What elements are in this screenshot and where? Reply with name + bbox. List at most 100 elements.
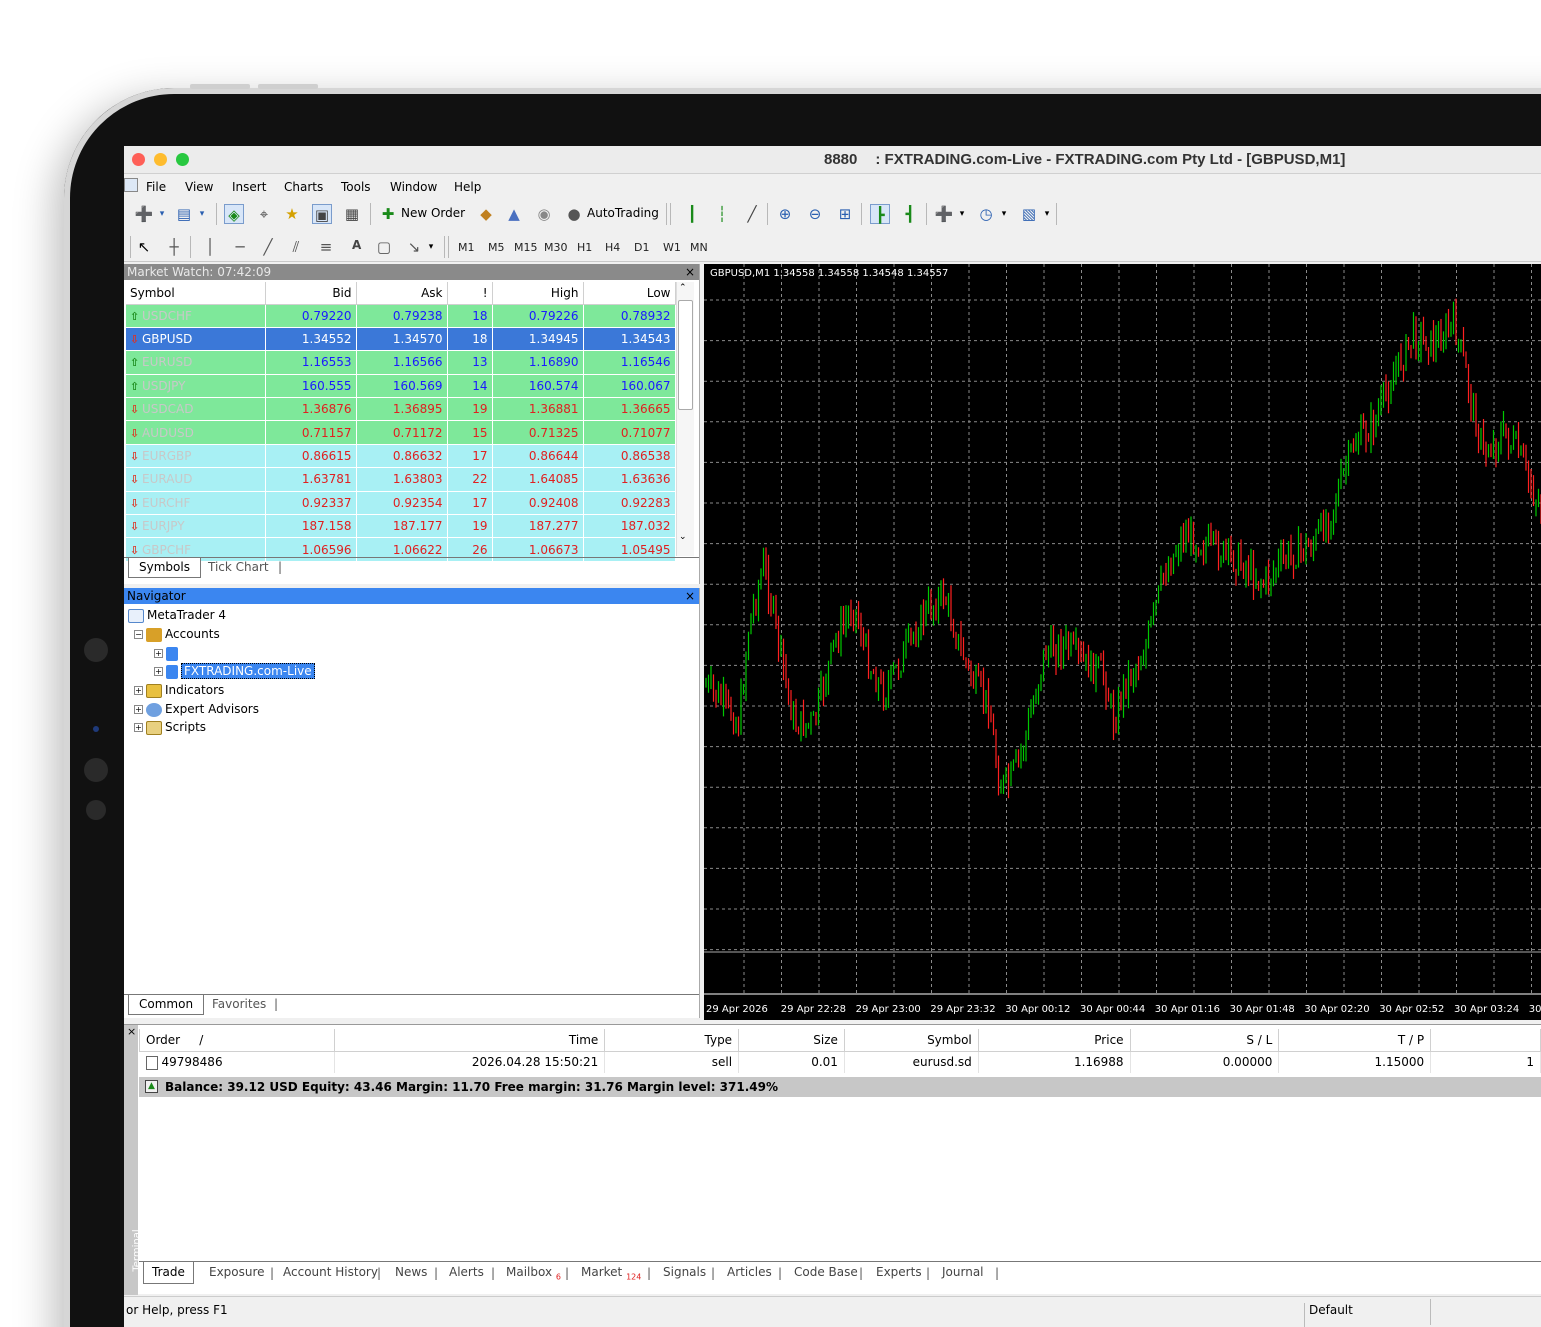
column-header-spread[interactable]: !: [447, 282, 493, 305]
new-order-button[interactable]: New Order: [401, 206, 465, 220]
timeframe-d1[interactable]: D1: [634, 241, 649, 254]
autotrading-button[interactable]: AutoTrading: [587, 206, 659, 220]
signals-icon[interactable]: ▲: [504, 204, 524, 224]
dropdown-icon[interactable]: ▾: [421, 237, 441, 257]
chart-canvas[interactable]: 29 Apr 2026 29 Apr 22:28 29 Apr 23:00 29 Ap…: [704, 264, 1541, 1020]
profiles-icon[interactable]: ▤: [174, 204, 194, 224]
tab-journal[interactable]: Journal: [934, 1262, 992, 1284]
timeframe-m1[interactable]: M1: [458, 241, 475, 254]
balance-row[interactable]: ▲ Balance: 39.12 USD Equity: 43.46 Margi…: [139, 1077, 1541, 1097]
tab-favorites[interactable]: Favorites: [202, 995, 276, 1015]
zoom-out-icon[interactable]: ⊖: [805, 204, 825, 224]
nav-indicators[interactable]: + Indicators: [134, 683, 224, 698]
timeframe-m30[interactable]: M30: [544, 241, 568, 254]
timeframe-m5[interactable]: M5: [488, 241, 505, 254]
tile-windows-icon[interactable]: ⊞: [835, 204, 855, 224]
app-icon[interactable]: [124, 178, 138, 192]
timeframe-m15[interactable]: M15: [514, 241, 538, 254]
timeframe-mn[interactable]: MN: [690, 241, 708, 254]
vertical-line-icon[interactable]: │: [200, 237, 220, 257]
chart-shift-icon[interactable]: ┫: [900, 204, 920, 224]
column-header-high[interactable]: High: [492, 282, 584, 305]
nav-account-live[interactable]: + FXTRADING.com-Live: [154, 663, 315, 679]
tab-alerts[interactable]: Alerts: [441, 1262, 492, 1284]
templates-icon[interactable]: ▧: [1019, 204, 1039, 224]
column-header-tp[interactable]: T / P: [1278, 1029, 1432, 1052]
column-header-order[interactable]: Order /: [139, 1029, 335, 1052]
cursor-icon[interactable]: ↖: [134, 237, 154, 257]
market-watch-scrollbar[interactable]: ⌃ ⌄: [676, 282, 694, 556]
column-header-symbol[interactable]: Symbol: [843, 1029, 979, 1052]
timeframe-w1[interactable]: W1: [663, 241, 681, 254]
nav-root[interactable]: MetaTrader 4: [128, 608, 226, 623]
nav-scripts[interactable]: + Scripts: [134, 720, 206, 735]
nav-accounts[interactable]: − Accounts: [134, 627, 220, 642]
periods-icon[interactable]: ◷: [976, 204, 996, 224]
close-icon[interactable]: ×: [127, 1025, 136, 1038]
data-window-icon[interactable]: ⌖: [254, 204, 274, 224]
strategy-tester-icon[interactable]: ▦: [342, 204, 362, 224]
metaeditor-icon[interactable]: ◆: [476, 204, 496, 224]
candlestick-chart-icon[interactable]: ┆: [712, 204, 732, 224]
new-order-icon[interactable]: ✚: [378, 204, 398, 224]
tab-experts[interactable]: Experts: [868, 1262, 930, 1284]
dropdown-icon[interactable]: ▾: [994, 204, 1014, 224]
column-header-type[interactable]: Type: [604, 1029, 740, 1052]
trendline-icon[interactable]: ╱: [258, 237, 278, 257]
tab-market[interactable]: Market 124: [573, 1262, 649, 1284]
column-header-time[interactable]: Time: [333, 1029, 606, 1052]
text-tool-button[interactable]: A: [352, 238, 361, 252]
nav-expert-advisors[interactable]: + Expert Advisors: [134, 702, 259, 717]
dropdown-icon[interactable]: ▾: [192, 204, 212, 224]
expand-icon[interactable]: +: [134, 723, 143, 732]
new-chart-icon[interactable]: ➕: [134, 204, 154, 224]
tab-trade[interactable]: Trade: [143, 1262, 194, 1284]
table-row[interactable]: ⇧ EURUSD 1.16553 1.16566 13 1.16890 1.16546: [126, 350, 676, 375]
bar-chart-icon[interactable]: ┃: [682, 204, 702, 224]
auto-scroll-icon[interactable]: ┣: [870, 204, 890, 224]
tab-signals[interactable]: Signals: [655, 1262, 714, 1284]
menu-tools[interactable]: Tools: [341, 180, 371, 194]
column-header-bid[interactable]: Bid: [265, 282, 357, 305]
dropdown-icon[interactable]: ▾: [952, 204, 972, 224]
price-chart[interactable]: 29 Apr 2026 29 Apr 22:28 29 Apr 23:00 29 Ap…: [704, 264, 1541, 1020]
zoom-in-icon[interactable]: ⊕: [775, 204, 795, 224]
collapse-icon[interactable]: −: [134, 630, 143, 639]
tab-account-history[interactable]: Account History: [275, 1262, 386, 1284]
table-row[interactable]: ⇧ USDCHF 0.79220 0.79238 18 0.79226 0.78932: [126, 304, 676, 328]
horizontal-line-icon[interactable]: ─: [230, 237, 250, 257]
column-header-sl[interactable]: S / L: [1129, 1029, 1280, 1052]
tab-common[interactable]: Common: [128, 995, 205, 1015]
equidistant-channel-icon[interactable]: ⫽: [286, 237, 306, 257]
close-icon[interactable]: ×: [685, 588, 695, 604]
zoom-window-button[interactable]: [176, 153, 189, 166]
column-header-extra[interactable]: [1430, 1029, 1541, 1052]
tab-exposure[interactable]: Exposure: [201, 1262, 273, 1284]
timeframe-h1[interactable]: H1: [577, 241, 592, 254]
menu-help[interactable]: Help: [454, 180, 481, 194]
scroll-down-icon[interactable]: ⌄: [679, 532, 687, 542]
terminal-icon[interactable]: ▣: [312, 204, 332, 224]
text-label-icon[interactable]: ▢: [374, 237, 394, 257]
tab-tick-chart[interactable]: Tick Chart: [198, 558, 279, 578]
table-row[interactable]: ⇩ EURGBP 0.86615 0.86632 17 0.86644 0.86538: [126, 444, 676, 469]
line-chart-icon[interactable]: ╱: [742, 204, 762, 224]
expand-icon[interactable]: +: [134, 705, 143, 714]
table-row[interactable]: ⇩ EURAUD 1.63781 1.63803 22 1.64085 1.63636: [126, 467, 676, 492]
menu-charts[interactable]: Charts: [284, 180, 323, 194]
column-header-symbol[interactable]: Symbol: [126, 282, 266, 305]
tab-articles[interactable]: Articles: [719, 1262, 780, 1284]
vps-icon[interactable]: ◉: [534, 204, 554, 224]
tab-news[interactable]: News: [387, 1262, 435, 1284]
crosshair-icon[interactable]: ┼: [164, 237, 184, 257]
indicators-icon[interactable]: ➕: [934, 204, 954, 224]
nav-account-demo[interactable]: +: [154, 646, 181, 661]
expand-icon[interactable]: +: [134, 686, 143, 695]
autotrading-icon[interactable]: ●: [564, 204, 584, 224]
column-header-ask[interactable]: Ask: [356, 282, 448, 305]
table-row[interactable]: ⇩ GBPUSD 1.34552 1.34570 18 1.34945 1.34543: [126, 327, 676, 352]
scrollbar-thumb[interactable]: [678, 300, 693, 410]
column-header-size[interactable]: Size: [738, 1029, 845, 1052]
market-watch-icon[interactable]: ◈: [224, 204, 244, 224]
menu-file[interactable]: File: [146, 180, 166, 194]
